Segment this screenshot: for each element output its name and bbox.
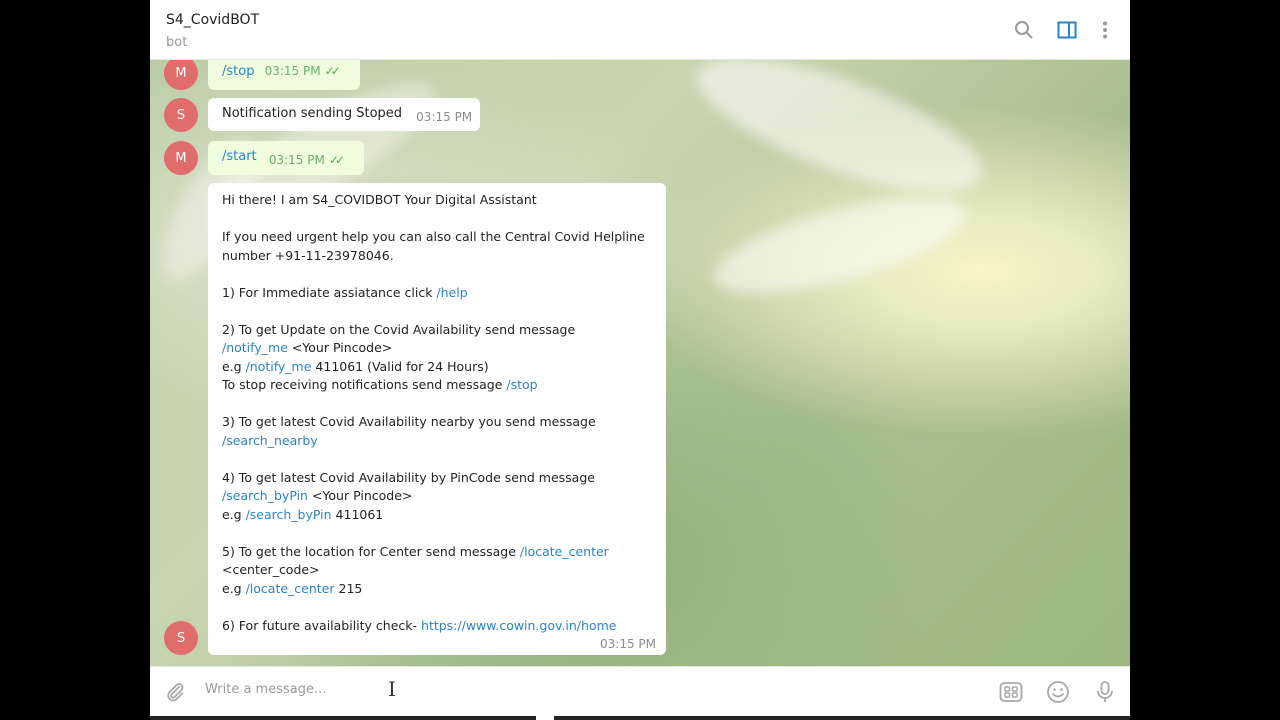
avatar[interactable]: S	[164, 98, 198, 132]
microphone-icon[interactable]	[1092, 679, 1118, 705]
helpline-number: number +91-11-23978046.	[222, 247, 394, 263]
double-check-icon: ✓✓	[328, 153, 345, 167]
chat-title[interactable]: S4_CovidBOT	[166, 12, 259, 28]
instruction-1: 1) For Immediate assiatance click /help	[222, 284, 468, 300]
text-cursor-icon: I	[388, 677, 396, 701]
paperclip-icon[interactable]	[162, 679, 188, 705]
search-nearby-command-link[interactable]: /search_nearby	[222, 433, 318, 448]
instruction-5: 5) To get the location for Center send m…	[222, 543, 609, 559]
stop-command-link[interactable]: /stop	[506, 377, 537, 392]
sidebar-toggle-icon[interactable]	[1055, 18, 1079, 42]
avatar[interactable]: M	[164, 60, 198, 90]
cowin-link[interactable]: https://www.cowin.gov.in/home	[421, 618, 616, 633]
message-text: Notification sending Stoped	[222, 106, 403, 121]
message-bubble[interactable]: Notification sending Stoped 03:15 PM	[208, 98, 480, 131]
instruction-6: 6) For future availability check- https:…	[222, 617, 617, 633]
message-time: 03:15 PM	[264, 64, 321, 78]
chat-header: S4_CovidBOT bot	[150, 0, 1130, 60]
notify-command-link[interactable]: /notify_me	[222, 340, 288, 355]
message-bubble[interactable]: /start 03:15 PM ✓✓	[208, 141, 364, 175]
instruction-2: 2) To get Update on the Covid Availabili…	[222, 321, 576, 337]
chat-subtitle: bot	[166, 35, 188, 50]
bot-commands-icon[interactable]	[998, 679, 1024, 705]
notify-example-command-link[interactable]: /notify_me	[246, 359, 312, 374]
message-time: 03:15 PM	[416, 110, 473, 124]
background-petal	[705, 177, 975, 313]
command-text[interactable]: /start	[222, 149, 257, 164]
welcome-message[interactable]: Hi there! I am S4_COVIDBOT Your Digital …	[208, 183, 666, 655]
search-icon[interactable]	[1012, 18, 1036, 42]
message-composer: Write a message... I	[150, 666, 1130, 716]
message-time: 03:15 PM	[600, 637, 656, 651]
help-command-link[interactable]: /help	[436, 285, 467, 300]
helpline-text: If you need urgent help you can also cal…	[222, 229, 645, 244]
message-input[interactable]: Write a message...	[205, 682, 326, 697]
instruction-3: 3) To get latest Covid Availability near…	[222, 414, 596, 429]
chat-window: S4_CovidBOT bot M /stop 03:15 PM ✓✓ S Not…	[150, 0, 1130, 720]
message-bubble[interactable]: /stop 03:15 PM ✓✓	[208, 60, 360, 90]
locate-center-example-command-link[interactable]: /locate_center	[246, 581, 335, 596]
avatar[interactable]: M	[164, 141, 198, 175]
background-petal	[683, 60, 997, 219]
search-bypin-example-command-link[interactable]: /search_byPin	[246, 507, 332, 522]
more-vertical-icon[interactable]	[1093, 18, 1117, 42]
avatar[interactable]: S	[164, 621, 198, 655]
locate-center-command-link[interactable]: /locate_center	[520, 544, 609, 559]
message-time: 03:15 PM	[268, 153, 325, 167]
double-check-icon: ✓✓	[324, 64, 341, 78]
search-bypin-command-link[interactable]: /search_byPin	[222, 488, 308, 503]
emoji-icon[interactable]	[1045, 679, 1071, 705]
instruction-4: 4) To get latest Covid Availability by P…	[222, 469, 595, 485]
welcome-intro: Hi there! I am S4_COVIDBOT Your Digital …	[222, 192, 537, 207]
taskbar-strip	[150, 716, 1130, 720]
message-area: M /stop 03:15 PM ✓✓ S Notification sendin…	[150, 60, 1130, 666]
command-text[interactable]: /stop	[222, 64, 254, 79]
